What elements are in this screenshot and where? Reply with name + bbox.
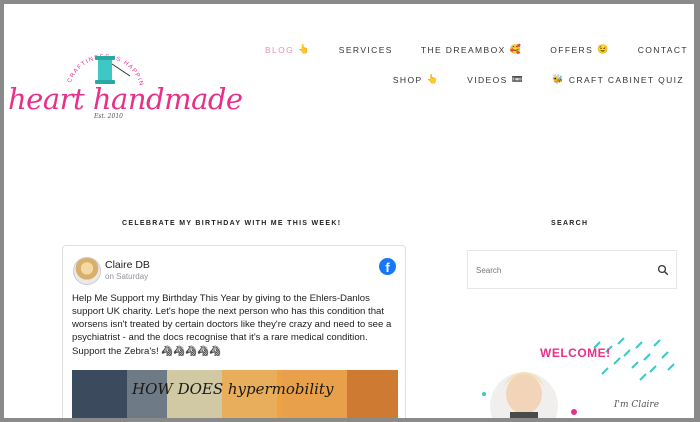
nav-blog[interactable]: BLOG 👆 (265, 44, 311, 55)
post-paragraph-2: Support the Zebra's! 🦓🦓🦓🦓🦓 (72, 346, 222, 357)
post-image[interactable]: HOW DOES hypermobility (72, 370, 398, 418)
videocassette-icon: 📼 (511, 74, 525, 84)
nav-contact[interactable]: CONTACT (638, 45, 688, 55)
nav-shop[interactable]: SHOP 👆 (393, 74, 439, 85)
welcome-widget: WELCOME! I'm Claire (474, 334, 684, 418)
signature: I'm Claire (614, 400, 660, 410)
search-placeholder: Search (476, 266, 502, 275)
main-nav-row-1: BLOG 👆 SERVICES THE DREAMBOX 🥰 OFFERS 😉 … (237, 44, 688, 55)
logo-wordmark: heart handmade (8, 82, 243, 116)
search-icon[interactable] (657, 264, 669, 276)
nav-offers[interactable]: OFFERS 😉 (550, 44, 609, 55)
nav-services[interactable]: SERVICES (339, 45, 393, 55)
post-body: Help Me Support my Birthday This Year by… (72, 292, 398, 359)
bee-icon: 🐝 (552, 74, 565, 84)
welcome-heading: WELCOME! (540, 346, 611, 360)
main-section-title: CELEBRATE MY BIRTHDAY WITH ME THIS WEEK! (122, 220, 342, 227)
logo-est: Est. 2010 (94, 113, 123, 120)
site-logo[interactable]: CRAFTINESS IS HAPPINESS heart handmade E… (8, 42, 243, 124)
nav-the-dreambox[interactable]: THE DREAMBOX 🥰 (421, 44, 522, 55)
nav-videos[interactable]: VIDEOS 📼 (467, 74, 524, 85)
pointing-hand-icon: 👆 (426, 74, 440, 84)
search-input[interactable]: Search (467, 250, 677, 289)
search-widget-title: SEARCH (551, 220, 589, 227)
post-image-caption: HOW DOES hypermobility (131, 380, 334, 398)
facebook-post-card: Claire DB on Saturday f Help Me Support … (62, 245, 406, 418)
winking-face-icon: 😉 (597, 44, 610, 54)
page-frame: CRAFTINESS IS HAPPINESS heart handmade E… (4, 4, 694, 418)
nav-craft-cabinet-quiz[interactable]: 🐝 CRAFT CABINET QUIZ (552, 74, 684, 85)
post-author[interactable]: Claire DB (105, 259, 150, 271)
post-time[interactable]: on Saturday (105, 272, 148, 281)
smiling-hearts-icon: 🥰 (509, 44, 523, 54)
post-paragraph-1: Help Me Support my Birthday This Year by… (72, 293, 392, 343)
facebook-icon[interactable]: f (379, 258, 396, 275)
avatar[interactable] (73, 257, 101, 285)
main-nav-row-2: SHOP 👆 VIDEOS 📼 🐝 CRAFT CABINET QUIZ (365, 74, 684, 85)
post-image-artwork: HOW DOES hypermobility (72, 370, 398, 418)
pointing-hand-icon: 👆 (298, 44, 311, 54)
